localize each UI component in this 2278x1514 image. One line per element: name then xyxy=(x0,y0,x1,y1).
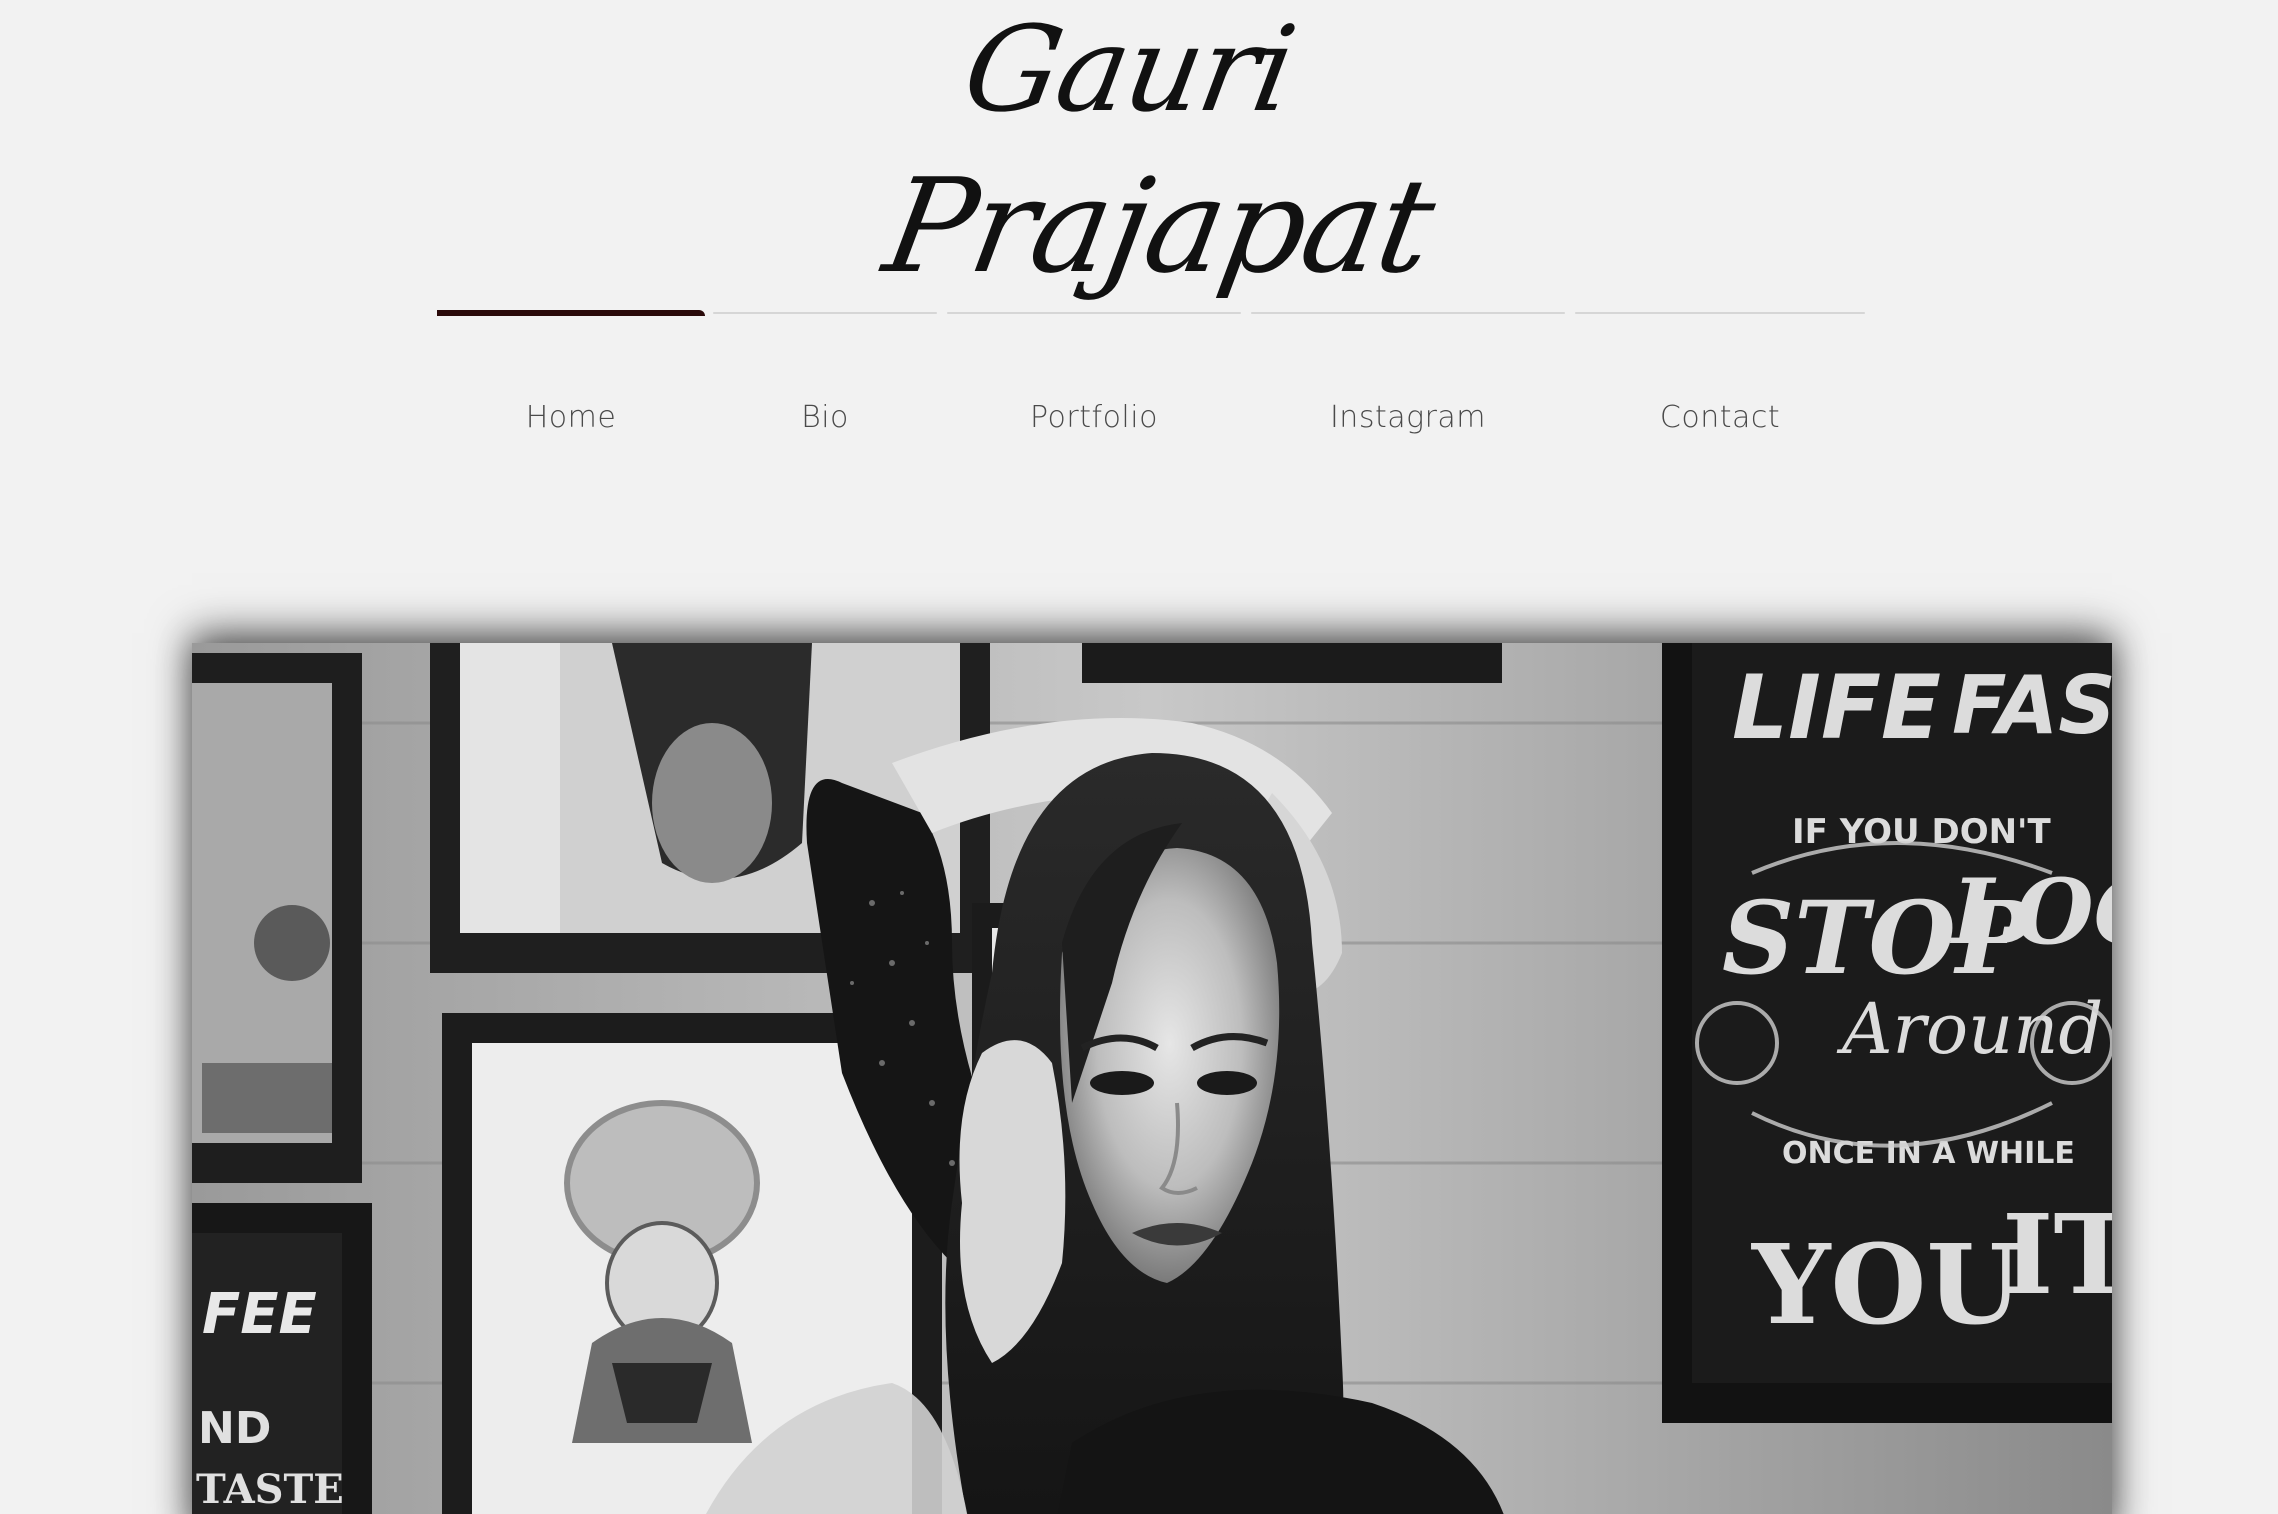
poster-text: FEE xyxy=(202,1282,317,1347)
poster-text: YOU xyxy=(1751,1220,2022,1349)
poster-text: TASTE xyxy=(196,1466,344,1513)
poster-text: FAST xyxy=(1952,659,2112,752)
nav-tab-label: Bio xyxy=(801,400,849,435)
nav-tab-home[interactable]: Home xyxy=(437,310,705,452)
nav-tab-label: Portfolio xyxy=(1030,400,1158,435)
poster-text: Around xyxy=(1836,988,2103,1070)
nav-tab-instagram[interactable]: Instagram xyxy=(1251,312,1565,452)
poster-text: LOOK xyxy=(1949,859,2112,965)
nav-tab-indicator xyxy=(437,310,705,316)
nav-tab-indicator xyxy=(947,312,1241,314)
hero-photo: FEE ND TASTE LIFE FAS IF YOU DON'T STOP … xyxy=(192,643,2112,1514)
poster-text: IF YOU DON'T xyxy=(1792,812,2051,852)
nav-tab-portfolio[interactable]: Portfolio xyxy=(947,312,1241,452)
nav-tab-indicator xyxy=(1575,312,1865,314)
nav-tab-indicator xyxy=(1251,312,1565,314)
nav-tab-contact[interactable]: Contact xyxy=(1575,312,1865,452)
site-title-last-name: Prajapat xyxy=(874,150,1444,302)
nav-tab-label: Home xyxy=(525,400,617,435)
poster-text: ND xyxy=(198,1403,271,1454)
hero-photo-image: FEE ND TASTE LIFE FAS IF YOU DON'T STOP … xyxy=(192,643,2112,1514)
nav-tab-label: Instagram xyxy=(1329,400,1487,435)
nav-tab-bio[interactable]: Bio xyxy=(713,312,937,452)
poster-text: IT xyxy=(2002,1190,2112,1319)
nav-tab-indicator xyxy=(713,312,937,314)
site-title-first-name: Gauri xyxy=(954,0,1304,138)
page: Gauri Prajapat Home Bio Portfolio Instag… xyxy=(0,0,2278,1514)
main-nav: Home Bio Portfolio Instagram Contact xyxy=(437,310,1865,452)
nav-tab-label: Contact xyxy=(1659,400,1781,435)
poster-text: LIFE xyxy=(1732,656,1941,759)
